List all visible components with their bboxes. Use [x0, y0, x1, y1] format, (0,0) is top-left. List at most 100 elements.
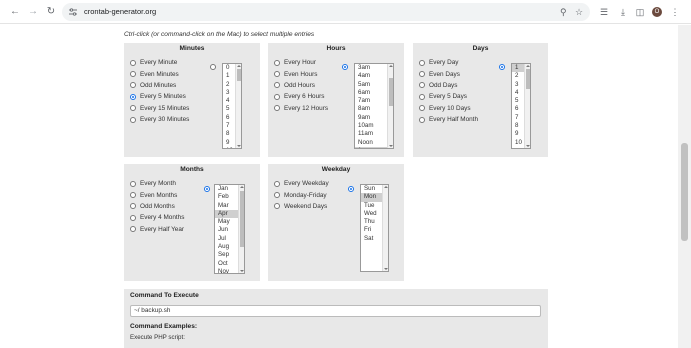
days-option[interactable]: Every 10 Days — [419, 103, 478, 114]
hours-option-radio[interactable] — [274, 59, 280, 66]
days-option[interactable]: Every Half Month — [419, 114, 478, 125]
page-scrollbar[interactable] — [678, 25, 691, 348]
hours-option-radio[interactable] — [274, 82, 280, 89]
address-bar[interactable]: crontab-generator.org ⚲ ☆ — [62, 3, 590, 21]
months-listbox[interactable]: Jan Feb Mar Apr May Jun Jul Aug Sep Oct Nov — [214, 184, 245, 274]
weekday-panel: Weekday Every Weekday Monday-Friday Weeken… — [268, 164, 404, 281]
weekday-option[interactable]: Monday-Friday — [274, 189, 329, 200]
months-option-label: Odd Months — [140, 202, 175, 210]
minutes-option[interactable]: Odd Minutes — [130, 80, 189, 91]
days-option[interactable]: Even Days — [419, 68, 478, 79]
hours-options: Every Hour Even Hours Odd Hours Every 6 Hou… — [274, 57, 328, 114]
months-option[interactable]: Every Half Year — [130, 224, 184, 235]
hours-listbox-scrollbar[interactable] — [387, 64, 393, 148]
browser-toolbar: ← → ↻ crontab-generator.org ⚲ ☆ ☰ ⤓ ◫ O … — [0, 0, 691, 24]
months-option-label: Every 4 Months — [140, 214, 185, 222]
url-text[interactable]: crontab-generator.org — [84, 6, 156, 18]
days-option-radio[interactable] — [419, 93, 425, 100]
months-option-radio[interactable] — [130, 192, 136, 199]
hours-option[interactable]: Even Hours — [274, 68, 328, 79]
weekday-options: Every Weekday Monday-Friday Weekend Days — [274, 178, 329, 212]
hours-listbox[interactable]: 3am4am5am6am7am8am9am10am11amNoon1pm — [354, 63, 394, 149]
minutes-option[interactable]: Every 15 Minutes — [130, 103, 189, 114]
weekday-option-radio[interactable] — [274, 180, 280, 187]
months-listbox-scrollbar[interactable] — [238, 185, 244, 273]
reload-icon[interactable]: ↻ — [44, 5, 58, 19]
hours-option-radio[interactable] — [274, 71, 280, 78]
days-listbox-scrollbar[interactable] — [524, 64, 530, 148]
minutes-option-label: Every 15 Minutes — [140, 104, 190, 112]
hours-option-radio[interactable] — [274, 93, 280, 100]
site-info-icon[interactable] — [69, 8, 77, 16]
profile-avatar[interactable]: O — [652, 7, 662, 17]
command-input[interactable]: ~/ backup.sh — [130, 305, 541, 317]
hours-select-radio[interactable] — [342, 64, 348, 70]
hours-title: Hours — [326, 45, 346, 52]
download-icon[interactable]: ⤓ — [617, 5, 629, 19]
days-option-radio[interactable] — [419, 116, 425, 123]
minutes-title: Minutes — [179, 45, 205, 52]
months-option-radio[interactable] — [130, 203, 136, 210]
days-option-label: Every Day — [429, 59, 459, 67]
more-menu-icon[interactable]: ⋮ — [669, 5, 681, 19]
weekday-option-radio[interactable] — [274, 203, 280, 210]
minutes-listbox[interactable]: 012345678910 — [222, 63, 242, 149]
minutes-option[interactable]: Every Minute — [130, 57, 189, 68]
days-listbox[interactable]: 1 2 3 4 5 6 7 8 9 10 — [511, 63, 531, 149]
minutes-option-label: Every 5 Minutes — [140, 93, 186, 101]
months-option[interactable]: Odd Months — [130, 201, 184, 212]
minutes-option-radio[interactable] — [130, 71, 136, 78]
weekday-select-radio[interactable] — [348, 186, 354, 192]
hours-option-radio[interactable] — [274, 105, 280, 112]
days-select-radio[interactable] — [499, 64, 505, 70]
months-option-label: Even Months — [140, 191, 178, 199]
days-option-radio[interactable] — [419, 82, 425, 89]
days-option-radio[interactable] — [419, 105, 425, 112]
minutes-option-radio[interactable] — [130, 93, 136, 100]
months-select-radio[interactable] — [204, 186, 210, 192]
weekday-option-radio[interactable] — [274, 192, 280, 199]
minutes-option[interactable]: Every 5 Minutes — [130, 91, 189, 102]
days-option-label: Every 5 Days — [429, 93, 468, 101]
months-option-radio[interactable] — [130, 214, 136, 221]
months-option-label: Every Half Year — [140, 225, 185, 233]
months-option[interactable]: Every 4 Months — [130, 212, 184, 223]
zoom-icon[interactable]: ⚲ — [560, 6, 567, 18]
hours-option[interactable]: Every 12 Hours — [274, 103, 328, 114]
hours-option[interactable]: Odd Hours — [274, 80, 328, 91]
minutes-select-radio[interactable] — [210, 64, 216, 70]
months-option[interactable]: Every Month — [130, 178, 184, 189]
minutes-option-radio[interactable] — [130, 82, 136, 89]
days-option-radio[interactable] — [419, 71, 425, 78]
months-panel: Months Every Month Even Months Odd Months E… — [124, 164, 260, 281]
days-option-label: Every Half Month — [429, 116, 479, 124]
minutes-option-radio[interactable] — [130, 59, 136, 66]
multi-select-hint: Ctrl-click (or command-click on the Mac)… — [124, 31, 315, 38]
minutes-option[interactable]: Every 30 Minutes — [130, 114, 189, 125]
days-option-radio[interactable] — [419, 59, 425, 66]
hours-option-label: Every 6 Hours — [284, 93, 325, 101]
months-option[interactable]: Even Months — [130, 189, 184, 200]
bookmark-star-icon[interactable]: ☆ — [575, 6, 583, 18]
months-option-radio[interactable] — [130, 226, 136, 233]
page-scrollbar-thumb[interactable] — [681, 143, 688, 241]
months-option-radio[interactable] — [130, 180, 136, 187]
days-option[interactable]: Every 5 Days — [419, 91, 478, 102]
hours-option[interactable]: Every 6 Hours — [274, 91, 328, 102]
minutes-listbox-scrollbar[interactable] — [235, 64, 241, 148]
minutes-option-radio[interactable] — [130, 105, 136, 112]
side-panel-icon[interactable]: ◫ — [634, 5, 646, 19]
minutes-option-radio[interactable] — [130, 116, 136, 123]
days-option[interactable]: Every Day — [419, 57, 478, 68]
weekday-listbox-scrollbar[interactable] — [382, 185, 388, 271]
days-option[interactable]: Odd Days — [419, 80, 478, 91]
back-arrow-icon[interactable]: ← — [8, 5, 22, 19]
minutes-option-label: Every 30 Minutes — [140, 116, 190, 124]
minutes-option[interactable]: Even Minutes — [130, 68, 189, 79]
weekday-option[interactable]: Every Weekday — [274, 178, 329, 189]
weekday-listbox[interactable]: Sun Mon Tue Wed Thu Fri Sat — [360, 184, 389, 272]
weekday-option[interactable]: Weekend Days — [274, 201, 329, 212]
tab-search-icon[interactable]: ☰ — [598, 5, 610, 19]
forward-arrow-icon[interactable]: → — [26, 5, 40, 19]
hours-option[interactable]: Every Hour — [274, 57, 328, 68]
